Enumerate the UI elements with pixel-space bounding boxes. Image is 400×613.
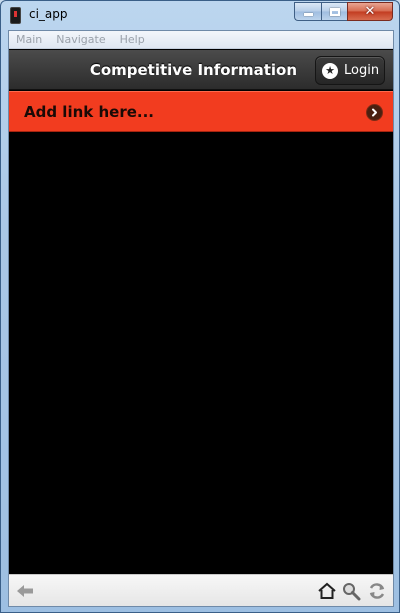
menu-item-navigate[interactable]: Navigate: [49, 33, 112, 46]
app-header: Competitive Information ★ Login: [9, 50, 393, 90]
menu-item-help[interactable]: Help: [113, 33, 152, 46]
maximize-button[interactable]: [321, 2, 347, 21]
login-button[interactable]: ★ Login: [315, 56, 385, 85]
home-icon[interactable]: [317, 581, 337, 601]
close-button[interactable]: ✕: [347, 2, 393, 21]
bottom-toolbar: [9, 574, 393, 606]
star-icon: ★: [322, 62, 338, 79]
page-title: Competitive Information: [89, 61, 297, 79]
menu-item-main[interactable]: Main: [9, 33, 49, 46]
close-icon: ✕: [364, 4, 376, 19]
app-window: ci_app ✕ Main Navigate Help Competitive …: [0, 0, 400, 613]
minimize-icon: [303, 13, 313, 16]
login-label: Login: [344, 63, 380, 78]
minimize-button[interactable]: [294, 2, 321, 21]
back-arrow-icon[interactable]: [15, 581, 35, 601]
window-title: ci_app: [29, 7, 68, 21]
search-icon[interactable]: [341, 581, 361, 601]
refresh-icon[interactable]: [367, 581, 387, 601]
content-area: [9, 133, 393, 575]
window-controls: ✕: [294, 2, 393, 21]
title-bar[interactable]: ci_app ✕: [1, 1, 399, 29]
chevron-right-icon: [366, 104, 383, 121]
list-item-add-link[interactable]: Add link here...: [9, 91, 393, 132]
list-item-label: Add link here...: [24, 103, 154, 121]
maximize-icon: [329, 7, 340, 16]
app-icon: [10, 7, 21, 24]
menu-bar: Main Navigate Help: [9, 31, 393, 49]
client-area: Main Navigate Help Competitive Informati…: [8, 30, 394, 607]
